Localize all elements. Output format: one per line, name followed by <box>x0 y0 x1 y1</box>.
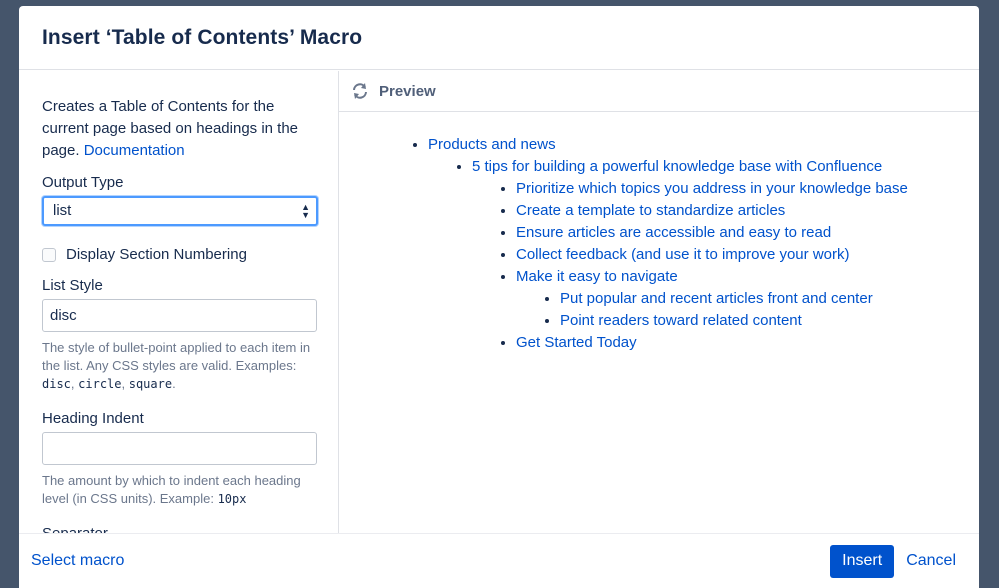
dialog-footer: Select macro Insert Cancel <box>19 533 979 588</box>
example-square: square <box>128 377 173 391</box>
toc-link[interactable]: Collect feedback (and use it to improve … <box>516 246 849 263</box>
insert-button[interactable]: Insert <box>830 544 895 578</box>
toc-link[interactable]: Prioritize which topics you address in y… <box>516 180 908 197</box>
macro-parameters-panel: Creates a Table of Contents for the curr… <box>19 71 339 533</box>
preview-panel: Preview Products and news 5 tips for bui… <box>339 71 979 533</box>
toc-item: Put popular and recent articles front an… <box>560 288 979 310</box>
toc-item: Ensure articles are accessible and easy … <box>516 222 979 244</box>
output-type-value: list <box>53 202 72 219</box>
toc-link[interactable]: Products and news <box>428 136 556 153</box>
documentation-link[interactable]: Documentation <box>84 142 185 159</box>
toc-item: Products and news 5 tips for building a … <box>428 134 979 354</box>
toc-item: Create a template to standardize article… <box>516 200 979 222</box>
output-type-select[interactable]: list ▲ ▼ <box>42 196 318 226</box>
toc-link[interactable]: Make it easy to navigate <box>516 268 678 285</box>
toc-link[interactable]: Put popular and recent articles front an… <box>560 290 873 307</box>
toc-item: 5 tips for building a powerful knowledge… <box>472 156 979 354</box>
cancel-link[interactable]: Cancel <box>906 552 956 570</box>
toc-link[interactable]: Get Started Today <box>516 334 637 351</box>
section-numbering-checkbox[interactable] <box>42 248 56 262</box>
list-style-input[interactable]: disc <box>42 299 317 332</box>
toc-item: Get Started Today <box>516 332 979 354</box>
toc-link[interactable]: 5 tips for building a powerful knowledge… <box>472 158 882 175</box>
refresh-icon[interactable] <box>351 82 369 100</box>
section-numbering-row[interactable]: Display Section Numbering <box>42 244 317 266</box>
list-style-help-text: The style of bullet-point applied to eac… <box>42 340 311 373</box>
toc-sublist: 5 tips for building a powerful knowledge… <box>428 156 979 354</box>
toc-link[interactable]: Create a template to standardize article… <box>516 202 785 219</box>
section-numbering-label: Display Section Numbering <box>66 246 247 263</box>
toc-item: Prioritize which topics you address in y… <box>516 178 979 200</box>
footer-actions: Insert Cancel <box>830 544 956 578</box>
toc-list: Products and news 5 tips for building a … <box>409 134 979 354</box>
dialog-body: Creates a Table of Contents for the curr… <box>19 71 979 533</box>
dialog-header: Insert ‘Table of Contents’ Macro <box>19 6 979 70</box>
list-style-label: List Style <box>42 277 103 294</box>
example-10px: 10px <box>217 492 247 506</box>
toc-link[interactable]: Point readers toward related content <box>560 312 802 329</box>
list-style-help: The style of bullet-point applied to eac… <box>42 340 311 391</box>
preview-label: Preview <box>379 82 436 100</box>
toc-item: Make it easy to navigate Put popular and… <box>516 266 979 332</box>
example-disc: disc <box>42 377 71 391</box>
list-style-value: disc <box>50 306 77 324</box>
dialog-title: Insert ‘Table of Contents’ Macro <box>42 25 363 49</box>
macro-description: Creates a Table of Contents for the curr… <box>42 96 317 162</box>
select-macro-link[interactable]: Select macro <box>31 552 124 570</box>
heading-indent-help-text: The amount by which to indent each headi… <box>42 473 301 506</box>
toc-item: Collect feedback (and use it to improve … <box>516 244 979 266</box>
toc-sublist: Prioritize which topics you address in y… <box>472 178 979 354</box>
preview-content: Products and news 5 tips for building a … <box>339 112 979 354</box>
heading-indent-help: The amount by which to indent each headi… <box>42 472 317 508</box>
example-circle: circle <box>78 377 122 391</box>
toc-link[interactable]: Ensure articles are accessible and easy … <box>516 224 831 241</box>
output-type-label: Output Type <box>42 174 124 191</box>
separator-label: Separator <box>42 523 317 533</box>
toc-item: Point readers toward related content <box>560 310 979 332</box>
heading-indent-label: Heading Indent <box>42 410 144 427</box>
insert-macro-dialog: Insert ‘Table of Contents’ Macro Creates… <box>19 6 979 588</box>
toc-sublist: Put popular and recent articles front an… <box>516 288 979 332</box>
preview-header: Preview <box>339 71 979 112</box>
select-arrows-icon: ▲ ▼ <box>301 202 310 220</box>
heading-indent-input[interactable] <box>42 432 317 465</box>
